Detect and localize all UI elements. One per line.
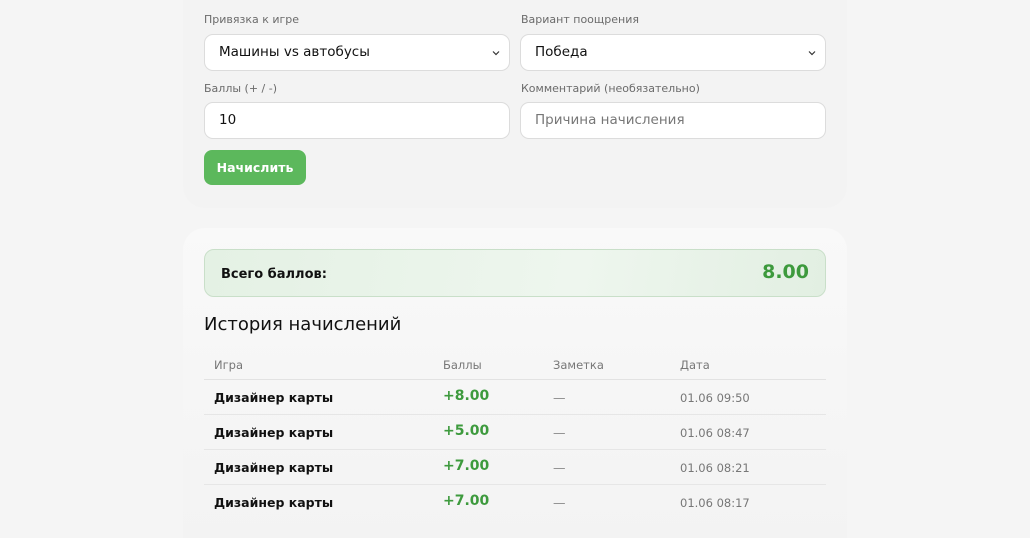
row-points: +5.00	[443, 423, 490, 439]
total-points-label: Всего баллов:	[221, 267, 327, 282]
row-note: —	[553, 460, 566, 475]
table-row: Дизайнер карты +7.00 — 01.06 08:17	[204, 485, 826, 520]
game-select-label: Привязка к игре	[204, 13, 300, 26]
reward-select-value: Победа	[535, 44, 588, 60]
row-points: +7.00	[443, 493, 490, 509]
row-game: Дизайнер карты	[214, 390, 334, 405]
points-input-label: Баллы (+ / -)	[204, 82, 277, 95]
column-header-game: Игра	[214, 358, 243, 372]
column-header-date: Дата	[680, 358, 710, 372]
table-row: Дизайнер карты +5.00 — 01.06 08:47	[204, 415, 826, 450]
reward-select[interactable]: Победа	[520, 34, 826, 71]
points-input-value: 10	[219, 112, 237, 128]
points-input[interactable]: 10	[204, 102, 510, 139]
comment-input-label: Комментарий (необязательно)	[521, 82, 700, 95]
row-date: 01.06 08:47	[680, 426, 750, 440]
reward-select-label: Вариант поощрения	[521, 13, 639, 26]
row-game: Дизайнер карты	[214, 495, 334, 510]
game-select-value: Машины vs автобусы	[219, 44, 370, 60]
row-game: Дизайнер карты	[214, 425, 334, 440]
history-table-header: Игра Баллы Заметка Дата	[204, 356, 826, 380]
column-header-points: Баллы	[443, 358, 482, 372]
game-select[interactable]: Машины vs автобусы	[204, 34, 510, 71]
total-points-value: 8.00	[762, 261, 809, 283]
chevron-down-icon	[491, 35, 501, 70]
table-row: Дизайнер карты +8.00 — 01.06 09:50	[204, 380, 826, 415]
row-note: —	[553, 390, 566, 405]
row-date: 01.06 09:50	[680, 391, 750, 405]
comment-input-placeholder: Причина начисления	[535, 112, 685, 128]
row-note: —	[553, 425, 566, 440]
row-date: 01.06 08:17	[680, 496, 750, 510]
table-row: Дизайнер карты +7.00 — 01.06 08:21	[204, 450, 826, 485]
row-date: 01.06 08:21	[680, 461, 750, 475]
accrue-button[interactable]: Начислить	[204, 150, 306, 185]
row-points: +8.00	[443, 388, 490, 404]
history-title: История начислений	[204, 314, 402, 335]
accrual-form-card: Привязка к игре Машины vs автобусы Вариа…	[183, 0, 847, 208]
chevron-down-icon	[807, 35, 817, 70]
row-game: Дизайнер карты	[214, 460, 334, 475]
total-points-box: Всего баллов: 8.00	[204, 249, 826, 297]
history-card: Всего баллов: 8.00 История начислений Иг…	[183, 228, 847, 538]
row-points: +7.00	[443, 458, 490, 474]
comment-input[interactable]: Причина начисления	[520, 102, 826, 139]
row-note: —	[553, 495, 566, 510]
column-header-note: Заметка	[553, 358, 604, 372]
